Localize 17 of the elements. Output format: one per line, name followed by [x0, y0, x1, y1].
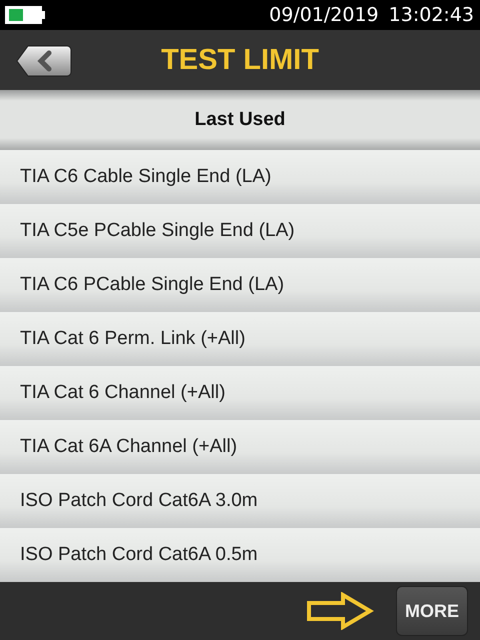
status-time: 13:02:43: [388, 4, 474, 26]
back-button[interactable]: [16, 45, 72, 77]
list-item[interactable]: TIA C6 Cable Single End (LA): [0, 150, 480, 204]
back-icon: [16, 45, 72, 77]
list-item[interactable]: TIA C5e PCable Single End (LA): [0, 204, 480, 258]
list-item[interactable]: TIA Cat 6 Channel (+All): [0, 366, 480, 420]
list-item[interactable]: TIA Cat 6 Perm. Link (+All): [0, 312, 480, 366]
list-item[interactable]: TIA C6 PCable Single End (LA): [0, 258, 480, 312]
battery-icon: [5, 5, 45, 25]
list-item[interactable]: ISO Patch Cord Cat6A 3.0m: [0, 474, 480, 528]
arrow-right-icon: [306, 592, 374, 630]
more-button[interactable]: MORE: [396, 586, 468, 636]
list-item[interactable]: TIA Cat 6A Channel (+All): [0, 420, 480, 474]
list-item[interactable]: ISO Patch Cord Cat6A 0.5m: [0, 528, 480, 582]
section-header: Last Used: [0, 90, 480, 150]
status-date: 09/01/2019: [269, 4, 379, 26]
screen-title: TEST LIMIT: [161, 44, 319, 76]
